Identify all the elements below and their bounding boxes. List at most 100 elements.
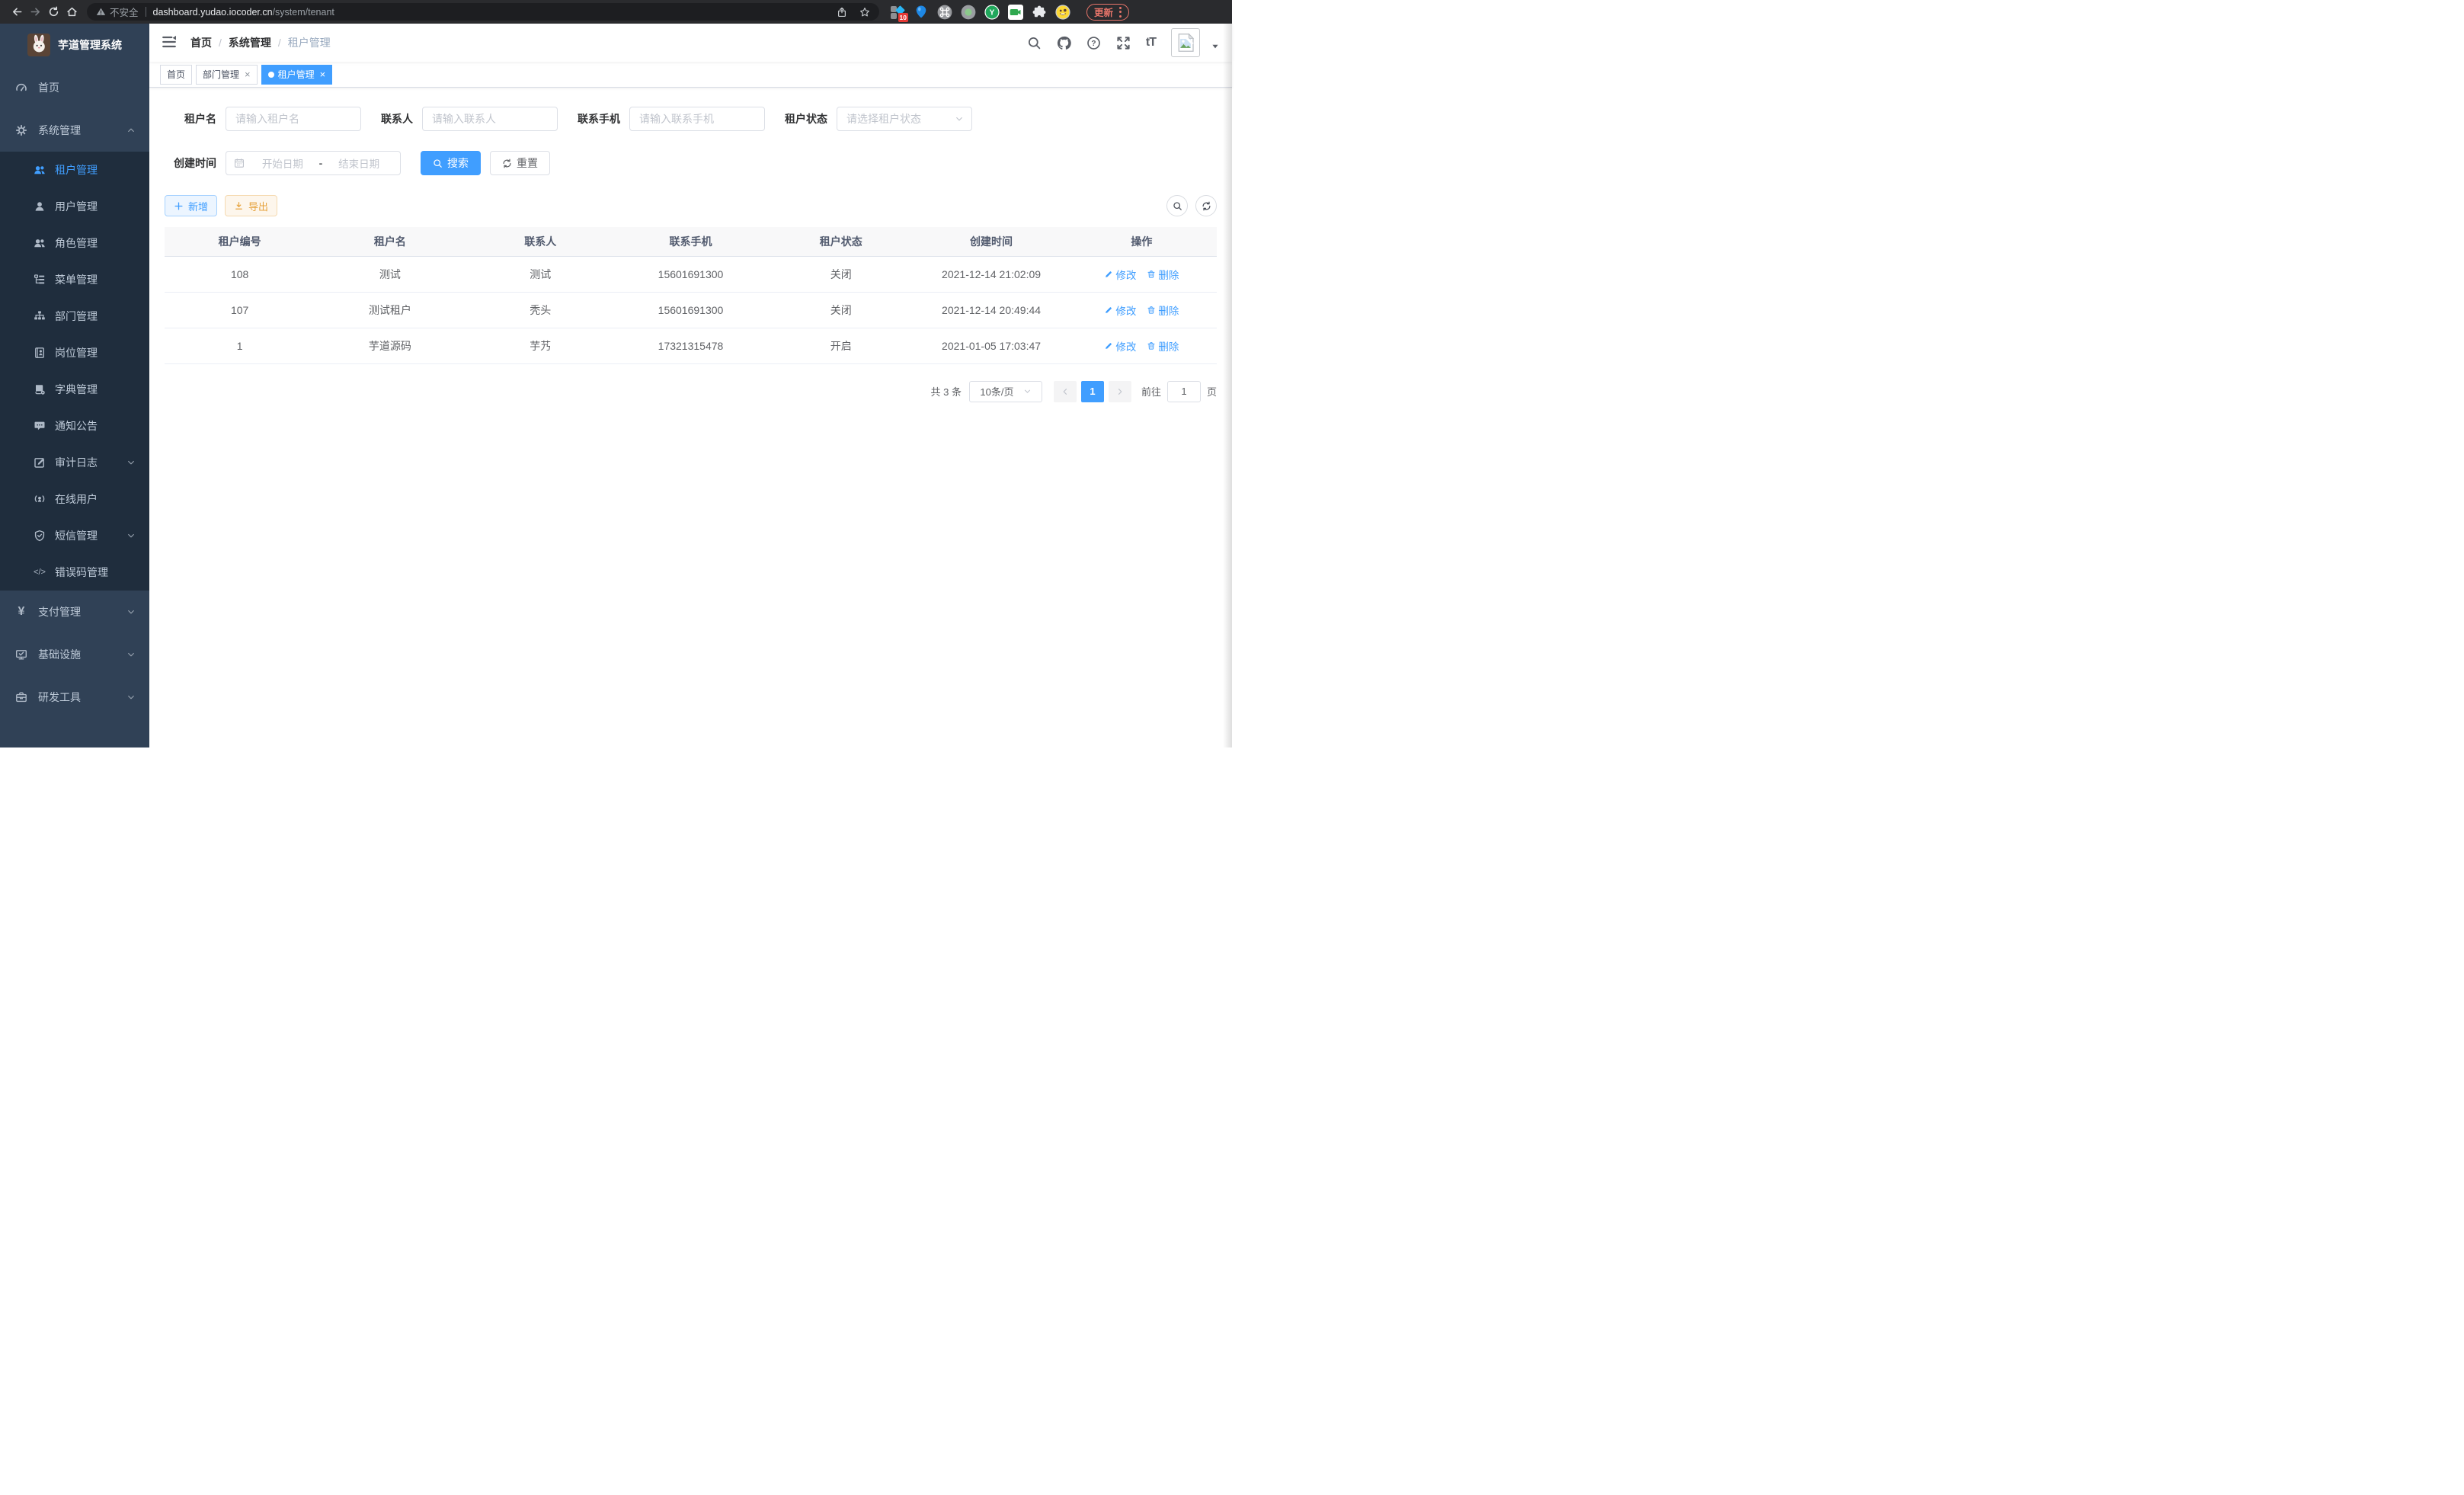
sidebar-item-menus[interactable]: 菜单管理 (0, 261, 149, 298)
delete-link[interactable]: 删除 (1147, 338, 1179, 354)
sidebar-item-notice[interactable]: 通知公告 (0, 408, 149, 444)
tab-home[interactable]: 首页 (160, 65, 192, 85)
sidebar-item-departments[interactable]: 部门管理 (0, 298, 149, 335)
tab-department[interactable]: 部门管理 × (196, 65, 258, 85)
sidebar-item-roles[interactable]: 角色管理 (0, 225, 149, 261)
page-number-1[interactable]: 1 (1081, 381, 1104, 402)
close-icon[interactable]: × (245, 69, 251, 79)
toggle-search-button[interactable] (1166, 195, 1188, 216)
filter-form-row-1: 租户名 联系人 联系手机 租户状态 请选择租户状态 (165, 107, 1217, 131)
breadcrumb-system[interactable]: 系统管理 (229, 35, 271, 50)
sidebar-item-posts[interactable]: 岗位管理 (0, 335, 149, 371)
sidebar-item-home[interactable]: 首页 (0, 66, 149, 109)
goto-suffix: 页 (1207, 384, 1217, 399)
refresh-table-button[interactable] (1195, 195, 1217, 216)
end-date-placeholder[interactable]: 结束日期 (325, 155, 392, 171)
header-search-icon[interactable] (1027, 36, 1042, 50)
table-row: 108 测试 测试 15601691300 关闭 2021-12-14 21:0… (165, 256, 1217, 292)
tag-label: 租户管理 (278, 68, 315, 81)
pagination-total: 共 3 条 (931, 384, 962, 399)
sidebar-logo[interactable]: 芋道管理系统 (0, 24, 149, 66)
browser-menu-icon[interactable] (1119, 7, 1122, 18)
sidebar-item-infrastructure[interactable]: 基础设施 (0, 633, 149, 676)
page-size-select[interactable]: 10条/页 (969, 381, 1042, 402)
sidebar-item-payment[interactable]: ¥ 支付管理 (0, 591, 149, 633)
start-date-placeholder[interactable]: 开始日期 (249, 155, 316, 171)
cell-contact: 测试 (466, 256, 616, 292)
search-button[interactable]: 搜索 (421, 151, 481, 175)
close-icon[interactable]: × (320, 69, 326, 79)
reset-button[interactable]: 重置 (490, 151, 550, 175)
chevron-down-icon (955, 114, 964, 123)
sidebar-item-users[interactable]: 用户管理 (0, 188, 149, 225)
status-select[interactable]: 请选择租户状态 (837, 107, 972, 131)
profile-avatar-icon[interactable] (1055, 5, 1070, 20)
browser-update-button[interactable]: 更新 (1086, 4, 1129, 21)
browser-forward-icon[interactable] (26, 3, 44, 21)
extensions-puzzle-icon[interactable] (1032, 5, 1047, 20)
search-icon (433, 158, 443, 168)
font-size-icon[interactable]: tT (1146, 36, 1156, 50)
fullscreen-icon[interactable] (1116, 36, 1131, 50)
sidebar-item-system[interactable]: 系统管理 (0, 109, 149, 152)
breadcrumb-home[interactable]: 首页 (190, 35, 212, 50)
tab-tenant[interactable]: 租户管理 × (261, 65, 333, 85)
tenant-name-input[interactable] (226, 107, 361, 131)
browser-reload-icon[interactable] (44, 3, 62, 21)
avatar-caret-down-icon[interactable] (1211, 42, 1220, 57)
url-bar[interactable]: 不安全 dashboard.yudao.iocoder.cn/system/te… (87, 3, 879, 21)
edit-link[interactable]: 修改 (1104, 303, 1136, 318)
export-button[interactable]: 导出 (225, 195, 277, 216)
sidebar-item-audit-log[interactable]: 审计日志 (0, 444, 149, 481)
cell-contact: 芋艿 (466, 328, 616, 363)
sidebar-toggle-icon[interactable] (162, 34, 178, 51)
contact-input[interactable] (422, 107, 558, 131)
extension-record-icon[interactable] (961, 5, 976, 20)
browser-back-icon[interactable] (8, 3, 26, 21)
sidebar: 芋道管理系统 首页 系统管理 租户管理 用户管理 (0, 24, 149, 748)
security-label: 不安全 (110, 5, 139, 19)
avatar[interactable] (1171, 28, 1200, 57)
extension-command-icon[interactable] (937, 5, 952, 20)
date-range-picker[interactable]: 开始日期 - 结束日期 (226, 151, 401, 175)
share-icon[interactable] (837, 7, 847, 18)
chevron-down-icon (126, 607, 136, 616)
next-page-button[interactable] (1109, 381, 1131, 402)
github-icon[interactable] (1057, 36, 1071, 50)
extension-chat-icon[interactable] (1008, 5, 1023, 20)
edit-link[interactable]: 修改 (1104, 267, 1136, 282)
sidebar-item-online-users[interactable]: 在线用户 (0, 481, 149, 517)
help-icon[interactable] (1086, 36, 1101, 50)
delete-link[interactable]: 删除 (1147, 303, 1179, 318)
menu-label: 首页 (38, 80, 59, 95)
calendar-icon (234, 158, 245, 168)
broadcast-icon (34, 493, 46, 505)
broken-image-icon (1174, 31, 1197, 54)
sidebar-item-tenant[interactable]: 租户管理 (0, 152, 149, 188)
gear-icon (15, 124, 27, 136)
cell-contact: 秃头 (466, 292, 616, 328)
sidebar-item-sms[interactable]: 短信管理 (0, 517, 149, 554)
logo-image (27, 34, 50, 56)
extension-grid-icon[interactable]: 10 (890, 5, 905, 20)
add-button[interactable]: 新增 (165, 195, 217, 216)
cell-id: 108 (165, 256, 315, 292)
sidebar-item-dev-tools[interactable]: 研发工具 (0, 676, 149, 719)
extension-balloon-icon[interactable] (914, 5, 929, 20)
prev-page-button[interactable] (1054, 381, 1077, 402)
sidebar-item-error-codes[interactable]: </> 错误码管理 (0, 554, 149, 591)
mobile-input[interactable] (629, 107, 765, 131)
goto-page-input[interactable] (1167, 381, 1201, 402)
security-chip[interactable]: 不安全 (96, 5, 139, 19)
cell-actions: 修改删除 (1067, 292, 1217, 328)
tree-icon (34, 274, 46, 286)
edit-link[interactable]: 修改 (1104, 338, 1136, 354)
table-row: 1 芋道源码 芋艿 17321315478 开启 2021-01-05 17:0… (165, 328, 1217, 363)
menu-label: 错误码管理 (55, 565, 108, 580)
sidebar-item-dict[interactable]: 字典管理 (0, 371, 149, 408)
extension-y-icon[interactable] (984, 5, 1000, 20)
tag-label: 首页 (167, 68, 185, 81)
bookmark-star-icon[interactable] (859, 7, 870, 18)
browser-home-icon[interactable] (62, 3, 81, 21)
delete-link[interactable]: 删除 (1147, 267, 1179, 282)
